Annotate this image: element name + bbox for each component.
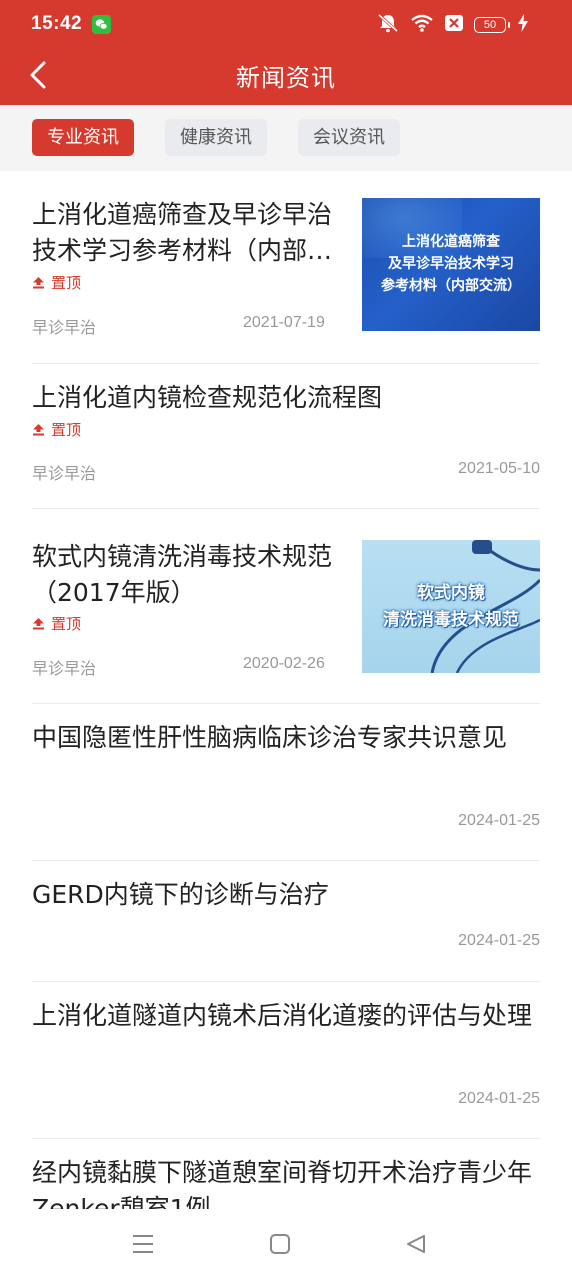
article-item[interactable]: 中国隐匿性肝性脑病临床诊治专家共识意见 2024-01-25: [32, 704, 540, 861]
page-title: 新闻资讯: [236, 64, 336, 92]
article-item[interactable]: 软式内镜清洗消毒技术规范（2017年版） 置顶 早诊早治 2020-02-26 …: [32, 509, 540, 704]
system-nav-bar: [0, 1209, 572, 1280]
article-title: 中国隐匿性肝性脑病临床诊治专家共识意见: [32, 723, 508, 752]
menu-icon[interactable]: [132, 1233, 154, 1259]
article-title: GERD内镜下的诊断与治疗: [32, 880, 329, 909]
article-item[interactable]: GERD内镜下的诊断与治疗 2024-01-25: [32, 861, 540, 982]
status-bar: 15:42 50: [0, 0, 572, 50]
tab-health-news[interactable]: 健康资讯: [165, 119, 267, 156]
sim-off-icon: [444, 14, 464, 36]
article-title: 软式内镜清洗消毒技术规范（2017年版）: [32, 542, 333, 607]
nav-bar: 新闻资讯: [0, 50, 572, 105]
tab-conference-news[interactable]: 会议资讯: [298, 119, 400, 156]
article-item[interactable]: 经内镜黏膜下隧道憩室间脊切开术治疗青少年Zenker憩室1例: [32, 1139, 540, 1209]
article-thumbnail: 上消化道癌筛查 及早诊早治技术学习 参考材料（内部交流）: [362, 198, 540, 331]
tab-professional-news[interactable]: 专业资讯: [32, 119, 134, 156]
article-title: 上消化道癌筛查及早诊早治技术学习参考材料（内部交流）: [32, 200, 333, 265]
article-item[interactable]: 上消化道内镜检查规范化流程图 置顶 早诊早治 2021-05-10: [32, 364, 540, 509]
article-title: 经内镜黏膜下隧道憩室间脊切开术治疗青少年Zenker憩室1例: [32, 1158, 533, 1209]
article-date: 2021-07-19: [243, 314, 325, 331]
pinned-badge: 置顶: [32, 272, 81, 293]
battery-icon: 50: [474, 17, 510, 33]
pin-top-icon: [33, 277, 44, 289]
article-source: 早诊早治: [32, 464, 97, 483]
article-date: 2024-01-25: [458, 812, 540, 829]
category-tabs: 专业资讯 健康资讯 会议资讯: [0, 105, 572, 171]
pinned-badge: 置顶: [32, 613, 81, 634]
wifi-icon: [410, 13, 434, 37]
article-source: 早诊早治: [32, 318, 97, 337]
pin-top-icon: [33, 424, 44, 436]
article-date: 2024-01-25: [458, 1090, 540, 1107]
article-title: 上消化道内镜检查规范化流程图: [32, 383, 383, 412]
wechat-icon: [92, 15, 111, 34]
article-item[interactable]: 上消化道癌筛查及早诊早治技术学习参考材料（内部交流） 置顶 早诊早治 2021-…: [32, 171, 540, 364]
article-source: 早诊早治: [32, 659, 97, 678]
article-date: 2020-02-26: [243, 655, 325, 672]
home-icon[interactable]: [269, 1233, 291, 1259]
article-title: 上消化道隧道内镜术后消化道瘘的评估与处理: [32, 1001, 533, 1030]
article-thumbnail: 软式内镜 清洗消毒技术规范: [362, 540, 540, 673]
article-date: 2024-01-25: [458, 932, 540, 949]
article-item[interactable]: 上消化道隧道内镜术后消化道瘘的评估与处理 2024-01-25: [32, 982, 540, 1139]
charging-icon: [518, 14, 528, 36]
back-triangle-icon[interactable]: [405, 1233, 427, 1259]
pinned-badge: 置顶: [32, 419, 81, 440]
status-time: 15:42: [31, 13, 83, 34]
mute-icon: [376, 13, 400, 37]
article-list: 上消化道癌筛查及早诊早治技术学习参考材料（内部交流） 置顶 早诊早治 2021-…: [0, 171, 572, 1209]
article-date: 2021-05-10: [458, 460, 540, 477]
top-bar: 15:42 50 新闻资讯: [0, 0, 572, 105]
pin-top-icon: [33, 618, 44, 630]
status-icons: 50: [376, 13, 528, 37]
